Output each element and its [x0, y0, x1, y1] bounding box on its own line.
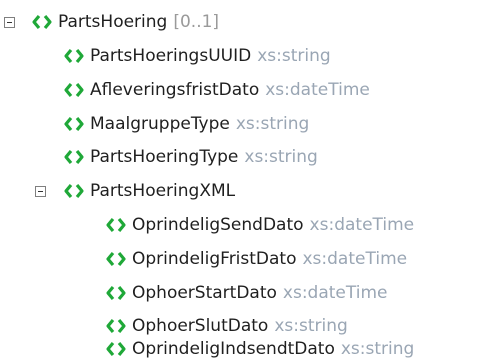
element-icon — [104, 216, 128, 234]
node-type: xs:string — [340, 339, 415, 359]
element-icon — [104, 284, 128, 302]
node-name: PartsHoeringXML — [90, 181, 236, 201]
node-name: OprindeligIndsendtDato — [132, 339, 335, 359]
tree-node[interactable]: MaalgruppeType xs:string — [62, 110, 309, 138]
node-name: OphoerStartDato — [132, 283, 277, 303]
node-name: PartsHoering — [58, 12, 168, 32]
collapse-toggle[interactable] — [4, 17, 15, 28]
tree-node[interactable]: PartsHoeringsUUID xs:string — [62, 42, 331, 70]
node-type: xs:string — [244, 147, 318, 167]
tree-node[interactable]: OprindeligSendDato xs:dateTime — [104, 211, 414, 239]
node-type: xs:dateTime — [282, 283, 388, 303]
tree-node[interactable]: OprindeligFristDato xs:dateTime — [104, 245, 407, 273]
node-name: OprindeligFristDato — [132, 249, 297, 269]
node-type: xs:dateTime — [309, 215, 415, 235]
tree-node[interactable]: OphoerSlutDato xs:string — [104, 312, 348, 340]
element-icon — [62, 47, 86, 65]
element-icon — [62, 115, 86, 133]
node-type: xs:string — [235, 114, 310, 134]
node-name: PartsHoeringsUUID — [90, 46, 252, 66]
node-type: xs:dateTime — [302, 249, 408, 269]
element-icon — [104, 317, 128, 335]
tree-node[interactable]: PartsHoeringType xs:string — [62, 143, 318, 171]
node-name: AfleveringsfristDato — [90, 80, 260, 100]
node-type: xs:string — [274, 316, 348, 336]
element-icon — [62, 148, 86, 166]
node-name: OprindeligSendDato — [132, 215, 304, 235]
schema-tree: PartsHoering [0..1] PartsHoeringsUUID xs… — [0, 0, 504, 359]
node-type: xs:string — [257, 46, 331, 66]
tree-node[interactable]: OphoerStartDato xs:dateTime — [104, 279, 388, 307]
node-cardinality: [0..1] — [173, 12, 220, 32]
node-name: MaalgruppeType — [90, 114, 230, 134]
tree-node[interactable]: OprindeligIndsendtDato xs:string — [104, 339, 414, 359]
element-icon — [62, 81, 86, 99]
element-icon — [104, 340, 128, 358]
tree-node-partshoering[interactable]: PartsHoering [0..1] — [0, 8, 219, 36]
element-icon — [62, 182, 86, 200]
node-name: PartsHoeringType — [90, 147, 239, 167]
element-icon — [104, 250, 128, 268]
collapse-toggle[interactable] — [35, 186, 46, 197]
node-type: xs:dateTime — [265, 80, 370, 100]
node-name: OphoerSlutDato — [132, 316, 269, 336]
element-icon — [30, 13, 54, 31]
tree-node-partshoeringxml[interactable]: PartsHoeringXML — [0, 177, 235, 205]
tree-node[interactable]: AfleveringsfristDato xs:dateTime — [62, 76, 370, 104]
